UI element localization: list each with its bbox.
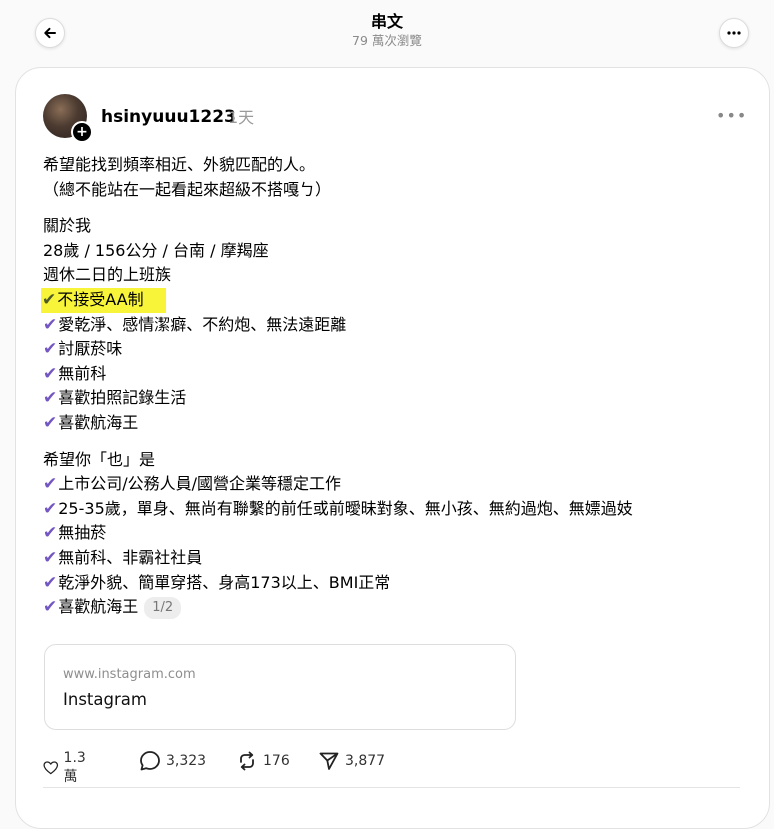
post-card: + hsinyuuu1223 1天 ••• 希望能找到頻率相近、外貌匹配的人。 … bbox=[15, 67, 770, 829]
share-button[interactable]: 3,877 bbox=[318, 750, 385, 772]
like-button[interactable]: 1.3 萬 bbox=[43, 750, 92, 786]
check-line: ✔無前科、非霸社社員 bbox=[43, 547, 203, 568]
page-indicator: 1/2 bbox=[144, 597, 182, 620]
checkmark-icon: ✔ bbox=[43, 388, 58, 409]
like-count: 1.3 萬 bbox=[63, 750, 86, 785]
checkmark-icon: ✔ bbox=[43, 572, 58, 593]
checkmark-icon: ✔ bbox=[43, 597, 58, 618]
comment-icon bbox=[140, 751, 160, 771]
check-line: ✔無前科 bbox=[43, 363, 107, 384]
post-line: 希望你「也」是 bbox=[43, 449, 156, 469]
post-line: （總不能站在一起看起來超級不搭嘎ㄅ） bbox=[43, 179, 332, 199]
check-line: ✔乾淨外貌、簡單穿搭、身高173以上、BMI正常 bbox=[43, 572, 391, 593]
check-line: ✔25-35歲，單身、無尚有聯繫的前任或前曖昧對象、無小孩、無約過炮、無嫖過妓 bbox=[43, 498, 633, 519]
check-line: ✔無抽菸 bbox=[43, 523, 107, 544]
page-title: 串文 bbox=[370, 12, 403, 31]
checkmark-icon: ✔ bbox=[43, 314, 58, 335]
link-preview-card[interactable]: www.instagram.com Instagram bbox=[44, 644, 516, 730]
heart-icon bbox=[43, 761, 59, 775]
more-dots-icon bbox=[727, 31, 741, 35]
repost-icon bbox=[240, 751, 254, 771]
checkmark-icon: ✔ bbox=[42, 289, 57, 310]
view-count: 79 萬次瀏覽 bbox=[352, 33, 422, 48]
avatar[interactable]: + bbox=[43, 94, 93, 143]
link-title: Instagram bbox=[63, 690, 147, 709]
checkmark-icon: ✔ bbox=[43, 339, 58, 360]
check-line: ✔喜歡航海王 1/2 bbox=[43, 595, 743, 620]
reply-button[interactable]: 3,323 bbox=[139, 750, 206, 772]
post-line: 週休二日的上班族 bbox=[43, 265, 172, 285]
repost-count: 176 bbox=[263, 753, 290, 769]
post-line: 關於我 bbox=[43, 216, 92, 236]
username[interactable]: hsinyuuu1223 bbox=[101, 106, 236, 128]
share-count: 3,877 bbox=[345, 753, 386, 769]
check-line: ✔討厭菸味 bbox=[43, 339, 123, 360]
check-line: ✔喜歡航海王 bbox=[43, 412, 139, 433]
check-line: ✔愛乾淨、感情潔癖、不約炮、無法遠距離 bbox=[43, 314, 347, 335]
check-line: ✔上市公司/公務人員/國營企業等穩定工作 bbox=[43, 474, 342, 495]
post-more-icon[interactable]: ••• bbox=[716, 106, 747, 125]
link-url: www.instagram.com bbox=[63, 667, 196, 682]
divider bbox=[43, 787, 740, 788]
reply-count: 3,323 bbox=[166, 753, 207, 769]
repost-button[interactable]: 176 bbox=[236, 750, 290, 772]
checkmark-icon: ✔ bbox=[43, 547, 58, 568]
checkmark-icon: ✔ bbox=[43, 498, 58, 519]
checkmark-icon: ✔ bbox=[43, 523, 58, 544]
checkmark-icon: ✔ bbox=[43, 474, 58, 495]
follow-plus-icon[interactable]: + bbox=[71, 121, 93, 143]
post-time: 1天 bbox=[228, 108, 255, 127]
title-block: 串文 79 萬次瀏覽 bbox=[0, 12, 774, 50]
top-bar: 串文 79 萬次瀏覽 bbox=[0, 0, 774, 66]
checkmark-icon: ✔ bbox=[43, 363, 58, 384]
post-body: 希望能找到頻率相近、外貌匹配的人。 （總不能站在一起看起來超級不搭嘎ㄅ） 關於我… bbox=[41, 153, 743, 620]
send-icon bbox=[319, 752, 339, 770]
highlighted-line: ✔不接受AA制 bbox=[41, 287, 743, 313]
checkmark-icon: ✔ bbox=[43, 412, 58, 433]
more-options-button[interactable] bbox=[719, 18, 749, 48]
check-line: ✔喜歡拍照記錄生活 bbox=[43, 388, 187, 409]
post-line: 28歲 / 156公分 / 台南 / 摩羯座 bbox=[43, 240, 269, 260]
post-line: 希望能找到頻率相近、外貌匹配的人。 bbox=[43, 155, 316, 174]
